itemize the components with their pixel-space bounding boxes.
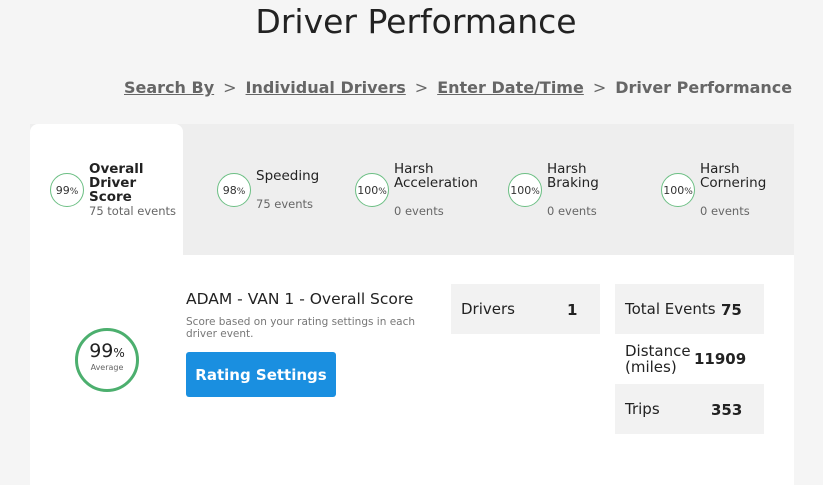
tab-title: Harsh Braking (547, 161, 599, 191)
stat-trips-label: Trips (625, 400, 660, 418)
tab-title: Speeding (256, 168, 320, 184)
tab-title: Overall Driver Score (89, 161, 144, 205)
tab-event-count: 75 events (256, 197, 314, 211)
stat-distance-value: 11909 (694, 350, 747, 368)
stat-drivers-label: Drivers (461, 300, 515, 318)
breadcrumb-separator: > (223, 78, 237, 97)
stat-drivers-value: 1 (567, 301, 578, 319)
tab-event-count: 0 events (394, 204, 444, 218)
breadcrumb-separator: > (592, 78, 607, 97)
average-score-label: Average (90, 363, 124, 372)
breadcrumb-date-time-link[interactable]: Enter Date/Time (437, 78, 584, 97)
braking-score-pct: 100% (510, 183, 540, 197)
breadcrumb: Search By > Individual Drivers > Enter Date/… (124, 78, 792, 97)
breadcrumb-individual-drivers-link[interactable]: Individual Drivers (246, 78, 406, 97)
braking-score-ring: 100% (508, 173, 542, 207)
overall-score-ring: 99% (50, 173, 84, 207)
average-score-pct: 99% (89, 340, 125, 362)
tab-event-count: 0 events (700, 204, 750, 218)
overall-score-pct: 99% (55, 183, 79, 197)
tab-event-count: 0 events (547, 204, 597, 218)
breadcrumb-search-by-link[interactable]: Search By (124, 78, 214, 97)
tab-title: Harsh Acceleration (394, 161, 478, 191)
acceleration-score-ring: 100% (355, 173, 389, 207)
stat-trips-value: 353 (711, 401, 743, 419)
cornering-score-ring: 100% (661, 173, 695, 207)
breadcrumb-current: Driver Performance (615, 78, 793, 97)
stat-drivers: Drivers 1 (451, 284, 600, 334)
cornering-score-pct: 100% (663, 183, 693, 197)
speeding-score-ring: 98% (217, 173, 251, 207)
stat-total-events-value: 75 (721, 301, 742, 319)
score-title: ADAM - VAN 1 - Overall Score (186, 290, 414, 308)
speeding-score-pct: 98% (222, 183, 246, 197)
score-description: Score based on your rating settings in e… (186, 316, 416, 340)
breadcrumb-separator: > (414, 78, 429, 97)
stat-distance: Distance (miles) 11909 (615, 334, 764, 384)
stat-trips: Trips 353 (615, 384, 764, 434)
average-score-ring: 99% Average (75, 328, 139, 392)
page-title: Driver Performance (255, 2, 577, 41)
stat-distance-label: Distance (miles) (625, 342, 691, 376)
stat-total-events: Total Events 75 (615, 284, 764, 334)
tab-title: Harsh Cornering (700, 161, 767, 191)
tab-event-count: 75 total events (89, 204, 176, 218)
stat-total-events-label: Total Events (625, 300, 716, 318)
acceleration-score-pct: 100% (357, 183, 387, 197)
rating-settings-button[interactable]: Rating Settings (186, 352, 336, 397)
